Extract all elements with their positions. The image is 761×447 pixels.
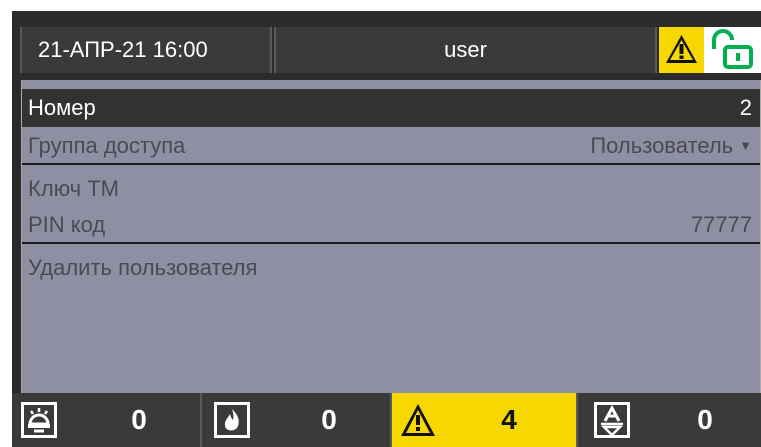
alarm-counter[interactable]: 0 [12, 393, 200, 447]
list-item-tm-key[interactable]: Ключ ТМ [22, 170, 760, 208]
dropdown-arrow-icon[interactable]: ▼ [739, 138, 752, 153]
alarm-icon [21, 402, 57, 438]
datetime-display: 21-АПР-21 16:00 [20, 27, 272, 73]
fire-icon [214, 402, 250, 438]
warning-icon [666, 35, 697, 63]
warning-indicator[interactable] [659, 27, 704, 73]
top-bar: 21-АПР-21 16:00 user [12, 11, 761, 81]
list-item-pin-code[interactable]: PIN код 77777 [22, 206, 760, 244]
list-item-label: Группа доступа [28, 133, 186, 158]
warning-counter[interactable]: 4 [390, 393, 576, 447]
list-item-label: Номер [28, 95, 96, 120]
warning-count: 4 [501, 404, 517, 435]
panel-frame: 21-АПР-21 16:00 user Номер 2 Группа дост… [12, 11, 761, 447]
fault-count: 0 [697, 404, 713, 435]
list-item-label: Ключ ТМ [28, 176, 120, 201]
list-item-label: Удалить пользователя [28, 255, 258, 280]
fault-counter[interactable]: 0 [576, 393, 761, 447]
list-item-access-group[interactable]: Группа доступа Пользователь ▼ [22, 127, 760, 165]
fire-count: 0 [321, 404, 337, 435]
status-bar: 0 0 4 0 [12, 393, 761, 447]
list-item-value: 77777 [690, 212, 752, 237]
list-item-number[interactable]: Номер 2 [22, 89, 760, 127]
fault-icon [594, 402, 630, 438]
lock-indicator[interactable] [704, 27, 761, 73]
current-user: user [274, 27, 657, 73]
fire-counter[interactable]: 0 [200, 393, 390, 447]
unlock-icon [712, 29, 753, 69]
alarm-count: 0 [131, 404, 147, 435]
list-item-delete-user[interactable]: Удалить пользователя [22, 249, 760, 287]
list-item-label: PIN код [28, 212, 106, 237]
list-item-value: 2 [739, 95, 752, 120]
warning-icon [401, 404, 435, 436]
settings-list: Номер 2 Группа доступа Пользователь ▼ Клю… [21, 80, 761, 407]
list-item-value: Пользователь [590, 133, 734, 158]
